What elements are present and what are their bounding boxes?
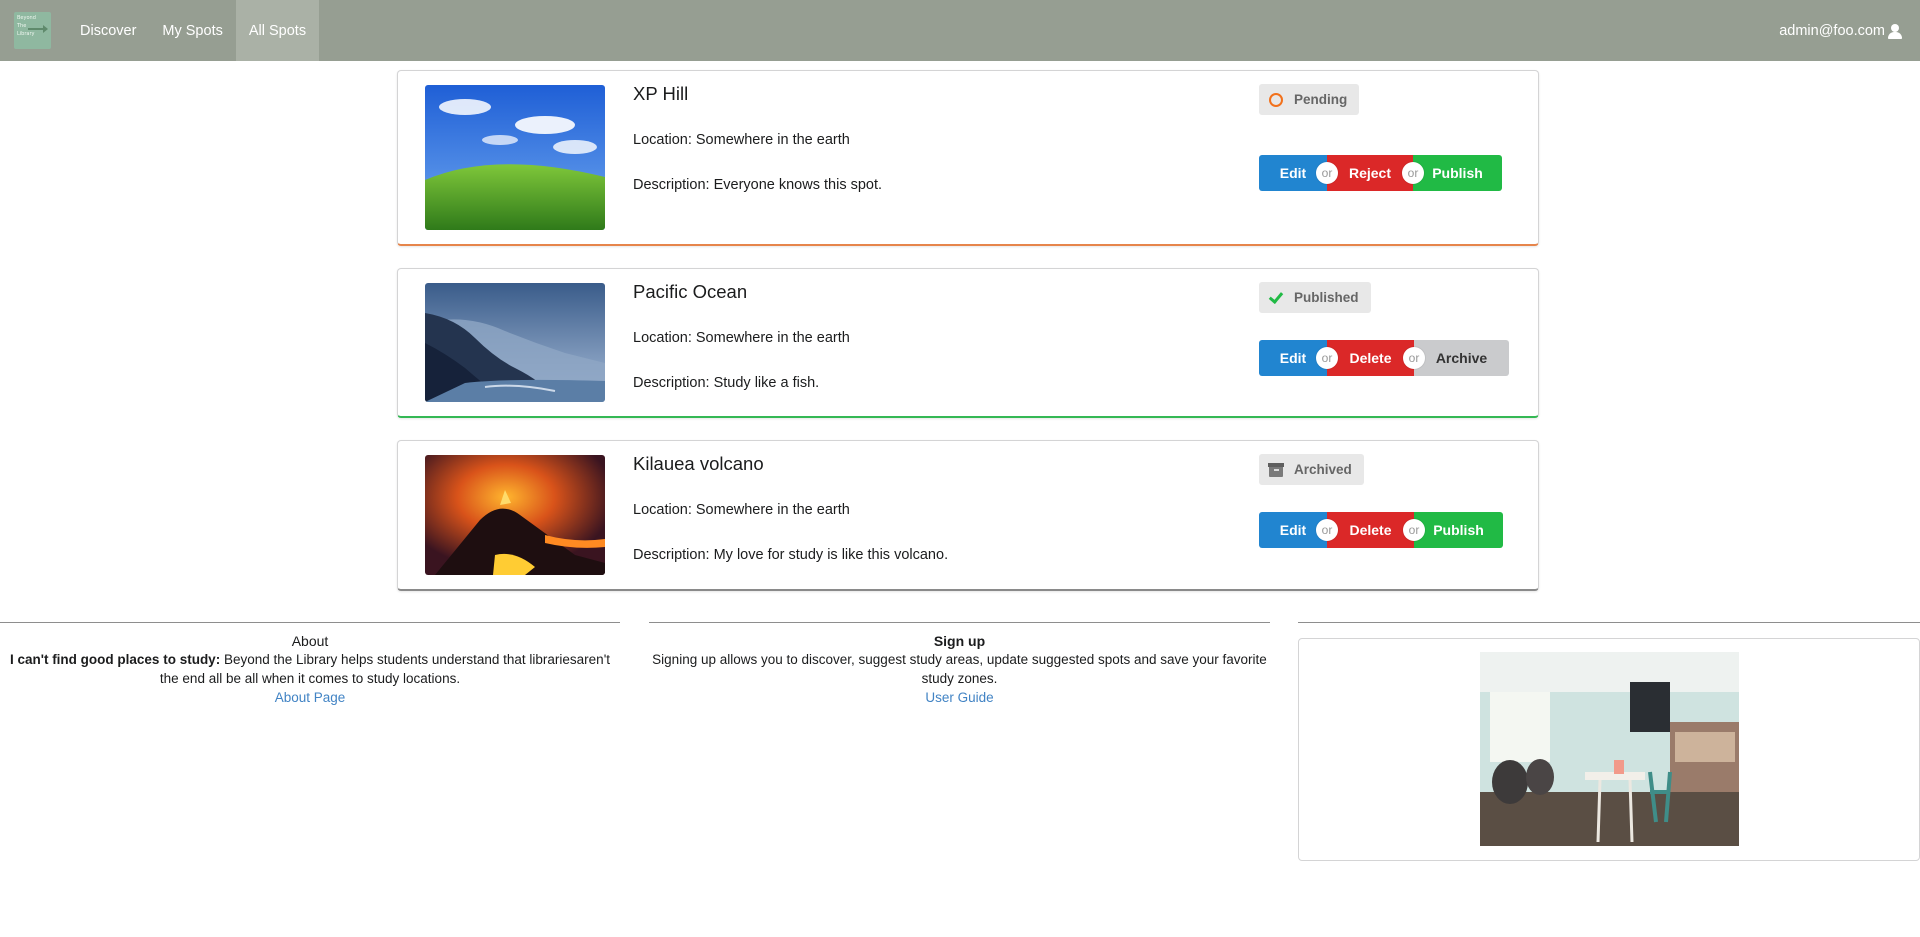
delete-button[interactable]: Delete — [1327, 340, 1414, 376]
user-icon — [1888, 23, 1902, 39]
logo-text: Library — [17, 31, 35, 37]
status-badge: Pending — [1259, 84, 1360, 115]
spot-image — [425, 283, 605, 402]
spot-location: Location: Somewhere in the earth — [633, 330, 850, 346]
spot-location: Location: Somewhere in the earth — [633, 502, 850, 518]
footer-about-text: I can't find good places to study: Beyon… — [0, 650, 620, 688]
footer-about-bold: I can't find good places to study: — [9, 652, 221, 667]
nav-menu: Discover My Spots All Spots — [67, 0, 320, 61]
publish-button[interactable]: Publish — [1414, 512, 1503, 548]
action-buttons: Edit or Reject or Publish — [1259, 155, 1502, 191]
footer-about-body: Beyond the Library helps students unders… — [159, 652, 611, 686]
cafe-photo — [1480, 652, 1739, 846]
site-logo[interactable]: Beyond The Library — [14, 12, 51, 49]
top-navbar: Beyond The Library Discover My Spots All… — [0, 0, 1920, 61]
archive-button[interactable]: Archive — [1414, 340, 1509, 376]
circle-icon — [1269, 92, 1283, 107]
logo-text: Beyond — [17, 15, 36, 21]
spot-card: Kilauea volcano Location: Somewhere in t… — [397, 440, 1539, 591]
footer-divider — [1298, 622, 1920, 623]
spot-card: Pacific Ocean Location: Somewhere in the… — [397, 268, 1539, 418]
status-badge: Archived — [1259, 454, 1364, 485]
user-guide-link[interactable]: User Guide — [925, 688, 993, 707]
footer-photo-col — [1298, 622, 1920, 632]
status-text: Published — [1294, 290, 1359, 305]
user-email: admin@foo.com — [1779, 22, 1885, 39]
user-menu[interactable]: admin@foo.com — [1779, 0, 1902, 61]
cafe-photo-card — [1298, 638, 1920, 861]
action-buttons: Edit or Delete or Archive — [1259, 340, 1509, 376]
status-badge: Published — [1259, 282, 1371, 313]
footer-about-title: About — [291, 633, 329, 649]
status-text: Pending — [1294, 92, 1348, 107]
archive-icon — [1268, 462, 1284, 477]
footer-signup-text: Signing up allows you to discover, sugge… — [652, 652, 1267, 686]
nav-item-discover[interactable]: Discover — [67, 0, 149, 61]
reject-button[interactable]: Reject — [1327, 155, 1413, 191]
check-icon — [1269, 291, 1283, 305]
delete-button[interactable]: Delete — [1327, 512, 1414, 548]
spot-title: Kilauea volcano — [633, 453, 764, 474]
logo-text: The — [17, 23, 27, 29]
spot-title: Pacific Ocean — [633, 281, 748, 302]
spot-description: Description: Study like a fish. — [633, 375, 820, 391]
spot-image — [425, 85, 605, 230]
status-text: Archived — [1294, 462, 1352, 477]
footer-about: About I can't find good places to study:… — [0, 622, 620, 707]
footer-signup: Sign up Signing up allows you to discove… — [649, 622, 1270, 707]
logo-arrow-icon — [28, 25, 48, 33]
nav-item-my-spots[interactable]: My Spots — [149, 0, 235, 61]
spot-description: Description: Everyone knows this spot. — [633, 177, 883, 193]
spot-title: XP Hill — [633, 83, 689, 104]
footer-signup-title: Sign up — [933, 633, 986, 649]
about-page-link[interactable]: About Page — [275, 688, 346, 707]
footer-divider — [649, 622, 1270, 623]
spot-card: XP Hill Location: Somewhere in the earth… — [397, 70, 1539, 246]
spot-image — [425, 455, 605, 575]
footer-divider — [0, 622, 620, 623]
spot-location: Location: Somewhere in the earth — [633, 132, 850, 148]
nav-item-all-spots[interactable]: All Spots — [235, 0, 320, 61]
action-buttons: Edit or Delete or Publish — [1259, 512, 1503, 548]
publish-button[interactable]: Publish — [1413, 155, 1502, 191]
spot-description: Description: My love for study is like t… — [633, 547, 949, 563]
